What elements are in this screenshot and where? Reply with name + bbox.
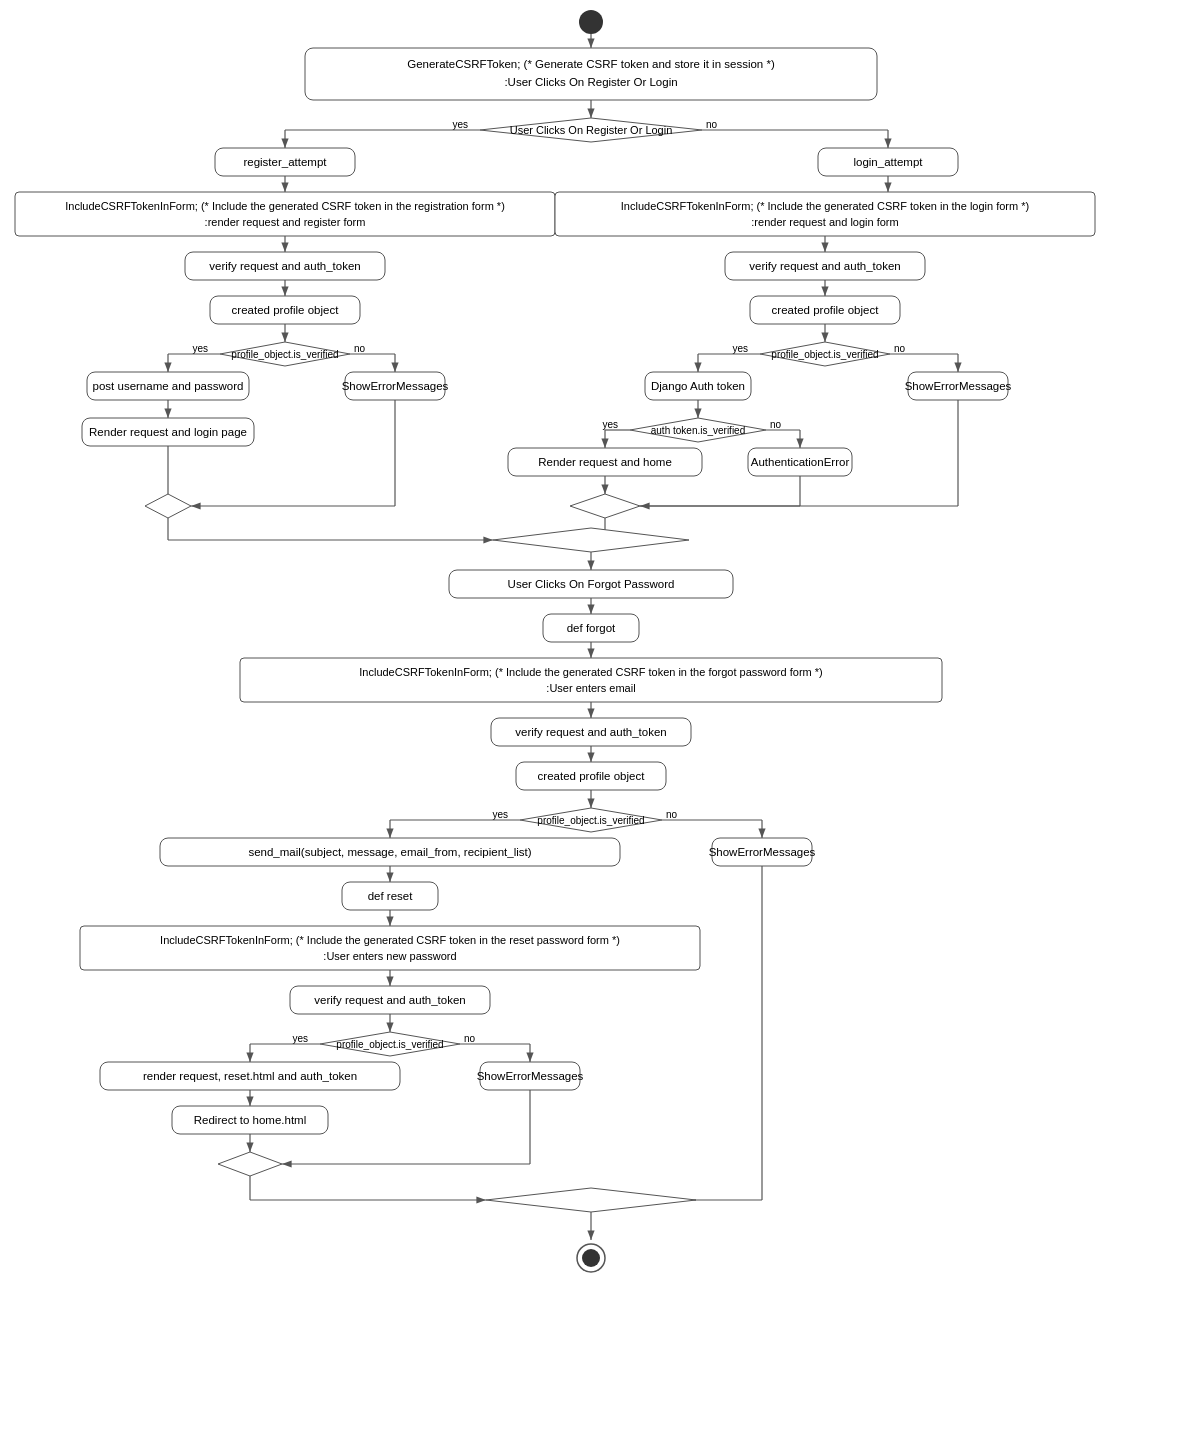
render-login-label: Render request and login page [89,426,247,438]
merge-diamond-left [145,494,191,518]
django-auth-label: Django Auth token [651,380,745,392]
include-csrf-reset-text2: :User enters new password [323,950,456,962]
diagram-container: GenerateCSRFToken; (* Generate CSRF toke… [0,0,1183,1443]
end-inner-circle [582,1249,600,1267]
svg-rect-89 [80,926,700,970]
redirect-home-label: Redirect to home.html [194,1114,307,1126]
svg-text:profile_object.is_verified: profile_object.is_verified [537,815,644,826]
verify-auth-reset-label: verify request and auth_token [314,994,466,1006]
def-reset-label: def reset [368,890,414,902]
svg-text:no: no [464,1033,476,1044]
register-attempt-label: register_attempt [243,156,327,168]
svg-text:no: no [666,809,678,820]
include-csrf-login-text2: :render request and login form [751,216,898,228]
flow-diagram: GenerateCSRFToken; (* Generate CSRF toke… [0,0,1183,1443]
render-reset-label: render request, reset.html and auth_toke… [143,1070,357,1082]
generate-csrf-text1: GenerateCSRFToken; (* Generate CSRF toke… [407,58,775,70]
svg-text:no: no [354,343,366,354]
user-clicks-label: User Clicks On Register Or Login [510,124,673,136]
verify-auth-forgot-label: verify request and auth_token [515,726,667,738]
svg-text:profile_object.is_verified: profile_object.is_verified [336,1039,443,1050]
merge-diamond-2 [570,494,640,518]
created-profile-right-label: created profile object [772,304,880,316]
send-mail-label: send_mail(subject, message, email_from, … [248,846,531,858]
merge-diamond-4 [218,1152,282,1176]
show-error-reset-label: ShowErrorMessages [477,1070,584,1082]
generate-csrf-text2: :User Clicks On Register Or Login [504,76,677,88]
include-csrf-forgot-text1: IncludeCSRFTokenInForm; (* Include the g… [359,666,822,678]
include-csrf-reset-text1: IncludeCSRFTokenInForm; (* Include the g… [160,934,620,946]
generate-csrf-box [305,48,877,100]
merge-diamond-big [493,528,689,552]
created-profile-left-label: created profile object [232,304,340,316]
include-csrf-login-text1: IncludeCSRFTokenInForm; (* Include the g… [621,200,1029,212]
render-home-label: Render request and home [538,456,672,468]
created-profile-forgot-label: created profile object [538,770,646,782]
svg-text:yes: yes [732,343,748,354]
post-username-label: post username and password [93,380,244,392]
svg-text:auth token.is_verified: auth token.is_verified [651,425,746,436]
show-error-left-label: ShowErrorMessages [342,380,449,392]
svg-text:yes: yes [492,809,508,820]
svg-rect-13 [15,192,555,236]
login-attempt-label: login_attempt [853,156,923,168]
forgot-password-label: User Clicks On Forgot Password [508,578,675,590]
svg-text:no: no [706,119,718,130]
start-node [579,10,603,34]
include-csrf-register-text2: :render request and register form [205,216,366,228]
svg-text:yes: yes [602,419,618,430]
svg-text:yes: yes [292,1033,308,1044]
auth-error-label: AuthenticationError [751,456,850,468]
svg-text:yes: yes [192,343,208,354]
svg-text:no: no [770,419,782,430]
svg-text:profile_object.is_verified: profile_object.is_verified [231,349,338,360]
svg-text:no: no [894,343,906,354]
def-forgot-label: def forgot [567,622,616,634]
svg-rect-71 [240,658,942,702]
svg-text:profile_object.is_verified: profile_object.is_verified [771,349,878,360]
svg-rect-14 [555,192,1095,236]
include-csrf-register-text1: IncludeCSRFTokenInForm; (* Include the g… [65,200,505,212]
verify-auth-right-label: verify request and auth_token [749,260,901,272]
include-csrf-forgot-text2: :User enters email [546,682,635,694]
show-error-right-label: ShowErrorMessages [905,380,1012,392]
show-error-forgot-label: ShowErrorMessages [709,846,816,858]
merge-diamond-5 [486,1188,696,1212]
verify-auth-left-label: verify request and auth_token [209,260,361,272]
svg-text:yes: yes [452,119,468,130]
